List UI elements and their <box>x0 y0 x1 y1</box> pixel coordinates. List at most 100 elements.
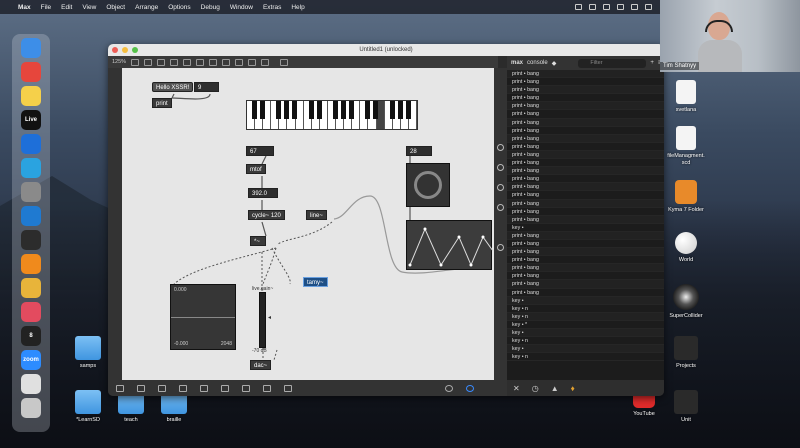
paint-icon[interactable] <box>280 58 289 66</box>
wand-icon[interactable] <box>242 384 250 392</box>
clear-icon[interactable]: ✕ <box>513 384 520 393</box>
books-icon[interactable] <box>21 254 41 274</box>
console-line: print • bang <box>507 280 664 289</box>
add-icon[interactable]: + <box>650 60 654 66</box>
music-icon[interactable] <box>21 302 41 322</box>
desktop-icon-unit[interactable]: Unit <box>658 390 714 424</box>
dac-object[interactable]: dac~ <box>250 360 272 370</box>
telegram-icon[interactable] <box>21 158 41 178</box>
control-center-icon[interactable] <box>645 4 652 10</box>
message-icon[interactable] <box>157 58 166 66</box>
add-icon[interactable] <box>261 58 270 66</box>
number-box-28[interactable]: 28 <box>406 146 432 156</box>
snap-icon[interactable] <box>179 384 187 392</box>
lock-icon[interactable] <box>116 384 124 392</box>
folder-icon <box>674 336 698 360</box>
comment-icon[interactable] <box>170 58 179 66</box>
play-icon[interactable] <box>445 384 453 392</box>
notes-icon[interactable] <box>21 86 41 106</box>
console-filter-input[interactable]: Filter <box>578 58 647 68</box>
desktop-icon-projects[interactable]: Projects <box>658 336 714 370</box>
multiply-signal-object[interactable]: *~ <box>250 236 266 246</box>
presentation-icon[interactable] <box>137 384 145 392</box>
live-icon[interactable]: Live <box>21 110 41 130</box>
battery-icon[interactable] <box>603 4 610 10</box>
slider-icon[interactable] <box>222 58 231 66</box>
zoom-level[interactable]: 125% <box>112 59 126 65</box>
menu-help[interactable]: Help <box>291 4 304 11</box>
line-object[interactable]: line~ <box>306 210 327 220</box>
search-icon[interactable] <box>631 4 638 10</box>
selected-object[interactable]: tamy~ <box>303 277 328 287</box>
scope-display[interactable]: 0.000 -0.000 2048 <box>170 284 236 350</box>
mtof-object[interactable]: mtof <box>246 164 266 174</box>
search-icon[interactable] <box>497 144 504 151</box>
toggle-icon[interactable] <box>196 58 205 66</box>
filter-options-icon[interactable]: ◆ <box>552 60 557 67</box>
number-box-9[interactable]: 9 <box>194 82 219 92</box>
menu-extras[interactable]: Extras <box>263 4 281 11</box>
menu-view[interactable]: View <box>82 4 96 11</box>
number-box-frequency[interactable]: 392.0 <box>248 188 278 198</box>
textedit-icon[interactable] <box>21 374 41 394</box>
gear-icon[interactable] <box>248 58 257 66</box>
max-icon[interactable]: 8 <box>21 326 41 346</box>
menu-edit[interactable]: Edit <box>61 4 72 11</box>
button-icon[interactable] <box>183 58 192 66</box>
dial-icon[interactable] <box>235 58 244 66</box>
dropbox-icon[interactable] <box>575 4 582 10</box>
inspector-icon[interactable] <box>497 184 504 191</box>
info-icon[interactable] <box>497 164 504 171</box>
wifi-icon[interactable] <box>617 4 624 10</box>
trash-icon[interactable] <box>21 398 41 418</box>
menu-file[interactable]: File <box>41 4 51 11</box>
menu-debug[interactable]: Debug <box>201 4 220 11</box>
power-icon[interactable] <box>466 384 474 392</box>
new-object-icon[interactable] <box>144 58 153 66</box>
warning-icon[interactable]: ▲ <box>551 384 559 393</box>
menu-object[interactable]: Object <box>106 4 125 11</box>
finder-icon[interactable] <box>21 38 41 58</box>
mixer-icon[interactable] <box>284 384 292 392</box>
safari-icon[interactable] <box>21 134 41 154</box>
number-box-note[interactable]: 67 <box>246 146 274 156</box>
desktop-icon-svetlana[interactable]: svetlana <box>658 80 714 114</box>
clipboard-icon[interactable] <box>200 384 208 392</box>
hello-message[interactable]: Hello XSSR! <box>152 82 194 92</box>
dsp-icon[interactable]: ♦ <box>571 384 575 393</box>
photos-icon[interactable] <box>21 278 41 298</box>
zoom-icon[interactable]: zoom <box>21 350 41 370</box>
wrench-icon[interactable] <box>263 384 271 392</box>
patcher-canvas[interactable]: Hello XSSR! 9 print 67 mtof 28 392.0 cyc… <box>122 68 494 380</box>
number-icon[interactable] <box>209 58 218 66</box>
lock-icon[interactable] <box>131 58 140 66</box>
launchpad-icon[interactable] <box>21 62 41 82</box>
list-icon[interactable] <box>497 204 504 211</box>
app-menu[interactable]: Max <box>18 4 31 11</box>
max-window: Untitled1 (unlocked) 125% Hello XSSR! 9 … <box>108 44 664 396</box>
debug-icon[interactable] <box>221 384 229 392</box>
settings-icon[interactable] <box>21 182 41 202</box>
gain-slider[interactable] <box>259 292 266 348</box>
console-line: print • bang <box>507 240 664 249</box>
desktop-icon-world[interactable]: World <box>658 232 714 264</box>
menu-options[interactable]: Options <box>168 4 190 11</box>
desktop-icon-filemanagement[interactable]: fileManagment. scd <box>658 126 714 167</box>
dial-widget[interactable] <box>406 163 450 207</box>
function-graph[interactable] <box>406 220 494 270</box>
desktop-icon-kyma[interactable]: Kyma 7 Folder <box>658 180 714 214</box>
supercollider-icon[interactable] <box>21 230 41 250</box>
record-icon[interactable] <box>589 4 596 10</box>
clock-icon[interactable]: ◷ <box>532 384 539 393</box>
desktop-icon-supercollider[interactable]: SuperCollider <box>658 284 714 320</box>
kslider-keyboard[interactable] <box>246 100 418 130</box>
kyma-icon <box>675 180 697 204</box>
menu-arrange[interactable]: Arrange <box>135 4 158 11</box>
grid-icon[interactable] <box>158 384 166 392</box>
camera-icon[interactable] <box>497 244 504 251</box>
cycle-object[interactable]: cycle~ 120 <box>248 210 285 220</box>
dial-ring <box>414 171 442 199</box>
vscode-icon[interactable] <box>21 206 41 226</box>
print-object[interactable]: print <box>152 98 172 108</box>
menu-window[interactable]: Window <box>230 4 253 11</box>
